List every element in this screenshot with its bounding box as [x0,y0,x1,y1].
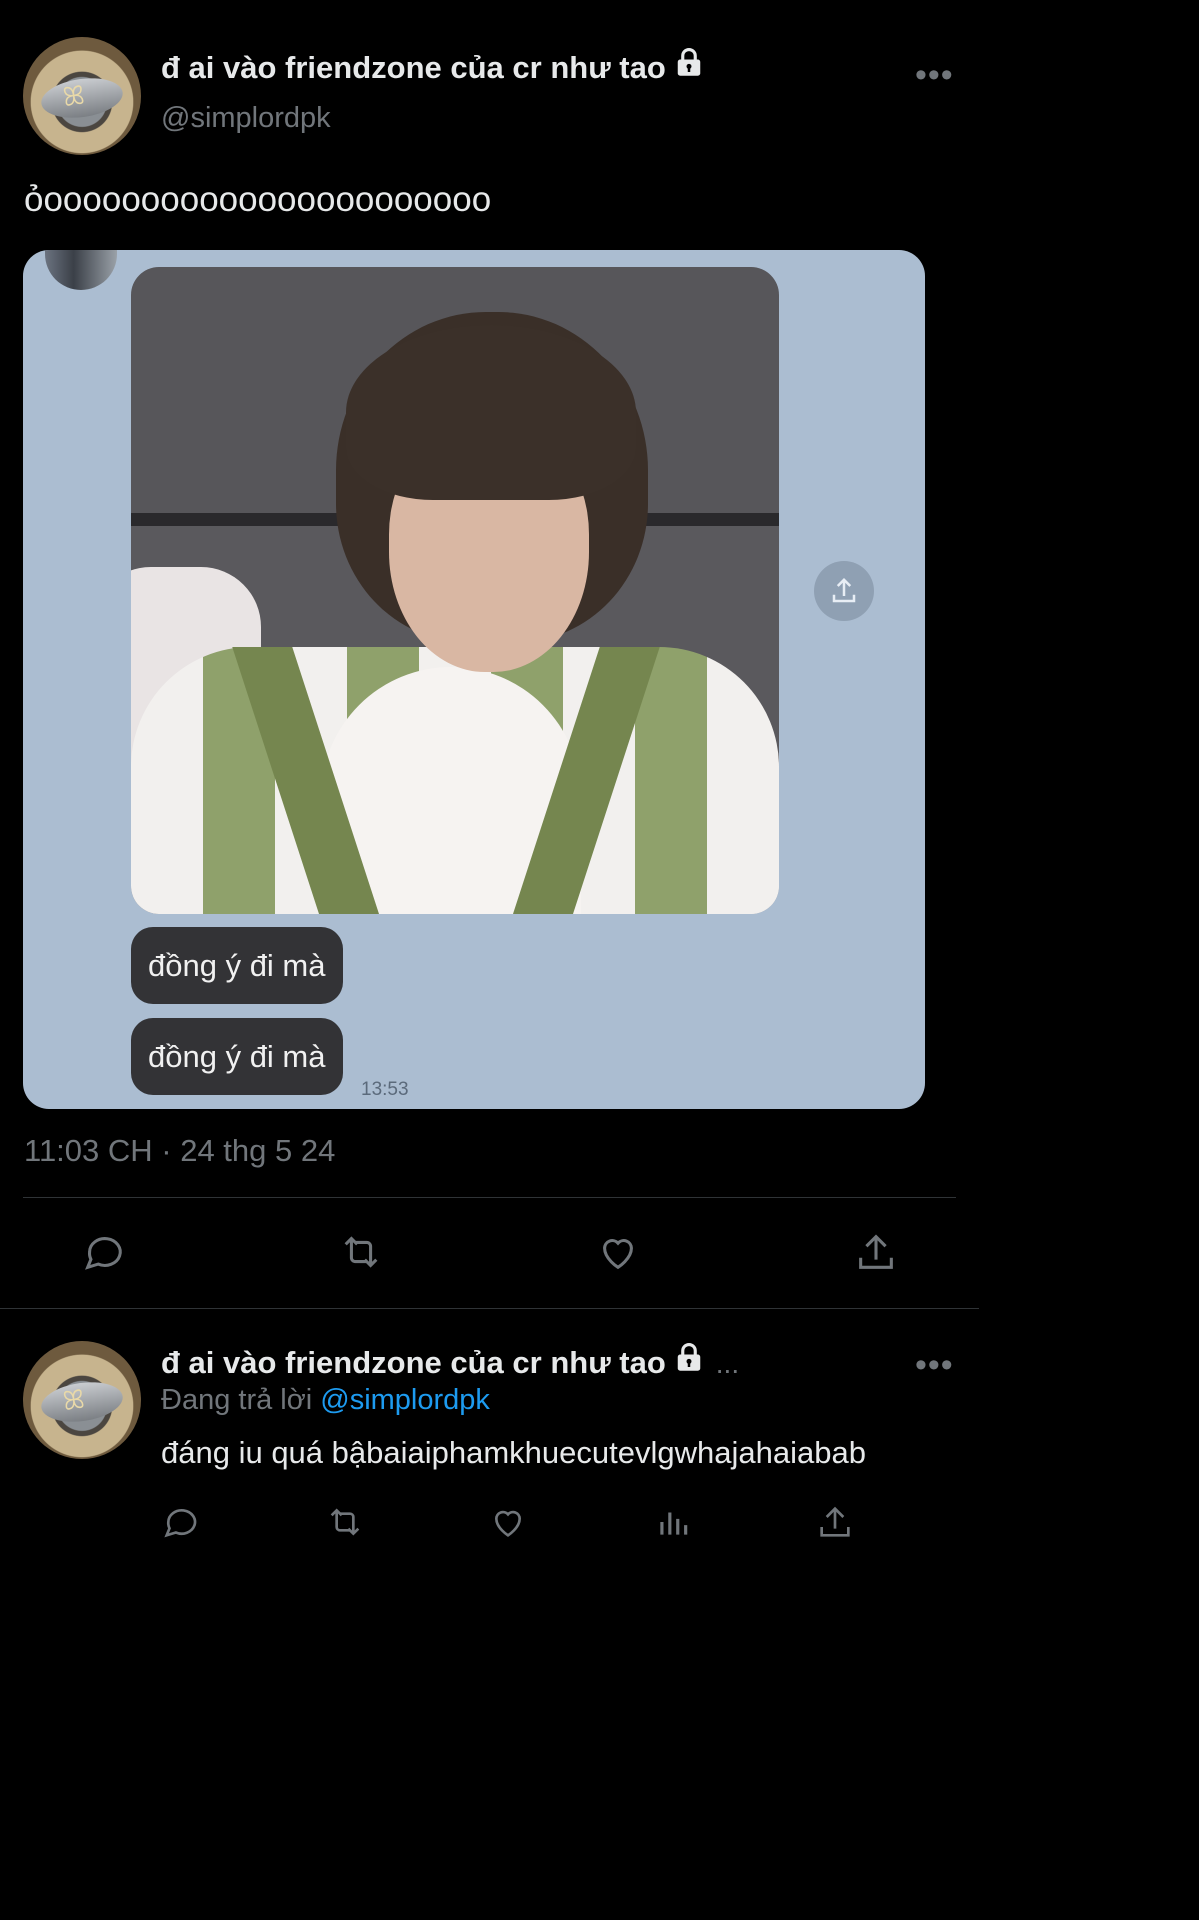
chat-message-bubble: đồng ý đi mà [131,1018,343,1095]
tweet-author-handle[interactable]: @simplordpk [161,102,331,135]
retweet-icon[interactable] [333,1226,389,1278]
reply-icon[interactable] [77,1226,129,1278]
more-options-icon[interactable]: ••• [915,58,954,92]
photo-fringe [346,325,636,500]
more-options-icon[interactable]: ••• [915,1348,954,1382]
replying-mention-link[interactable]: @simplordpk [320,1384,490,1416]
replying-prefix: Đang trả lời [161,1384,313,1416]
photo-share-icon[interactable] [814,561,874,621]
share-icon[interactable] [813,1500,857,1544]
chat-message-bubble: đồng ý đi mà [131,927,343,1004]
like-icon[interactable] [486,1500,530,1544]
reply-author-name[interactable]: đ ai vào friendzone của cr như tao ... [161,1342,740,1384]
share-icon[interactable] [850,1226,902,1278]
lock-icon [674,1342,704,1380]
reply-icon[interactable] [158,1500,202,1544]
avatar-heart: ꕤ [60,1383,87,1417]
replying-to: Đang trả lời @simplordpk [161,1384,490,1417]
divider [23,1197,956,1198]
lock-icon [674,47,704,85]
tweet-author-avatar[interactable]: ꕤ [23,37,141,155]
name-truncation: ... [715,1348,740,1379]
tweet-media[interactable]: đồng ý đi mà đồng ý đi mà 13:53 [23,250,925,1109]
views-icon[interactable] [651,1500,695,1544]
tweet-timestamp[interactable]: 11:03 CH · 24 thg 5 24 [24,1133,335,1169]
chat-avatar [45,250,117,290]
tweet-text: ỏooooooooooooooooooooooo [24,180,492,219]
chat-photo [131,267,779,914]
retweet-icon[interactable] [322,1500,368,1544]
display-name: đ ai vào friendzone của cr như tao [161,1345,666,1380]
display-name: đ ai vào friendzone của cr như tao [161,50,666,85]
divider [0,1308,979,1309]
chat-message-time: 13:53 [361,1079,409,1100]
reply-author-avatar[interactable]: ꕤ [23,1341,141,1459]
reply-text: đáng iu quá bậbaiaiphamkhuecutevlgwhajah… [161,1435,866,1470]
avatar-heart: ꕤ [60,79,87,113]
tweet-author-name[interactable]: đ ai vào friendzone của cr như tao [161,47,704,89]
like-icon[interactable] [592,1226,644,1278]
